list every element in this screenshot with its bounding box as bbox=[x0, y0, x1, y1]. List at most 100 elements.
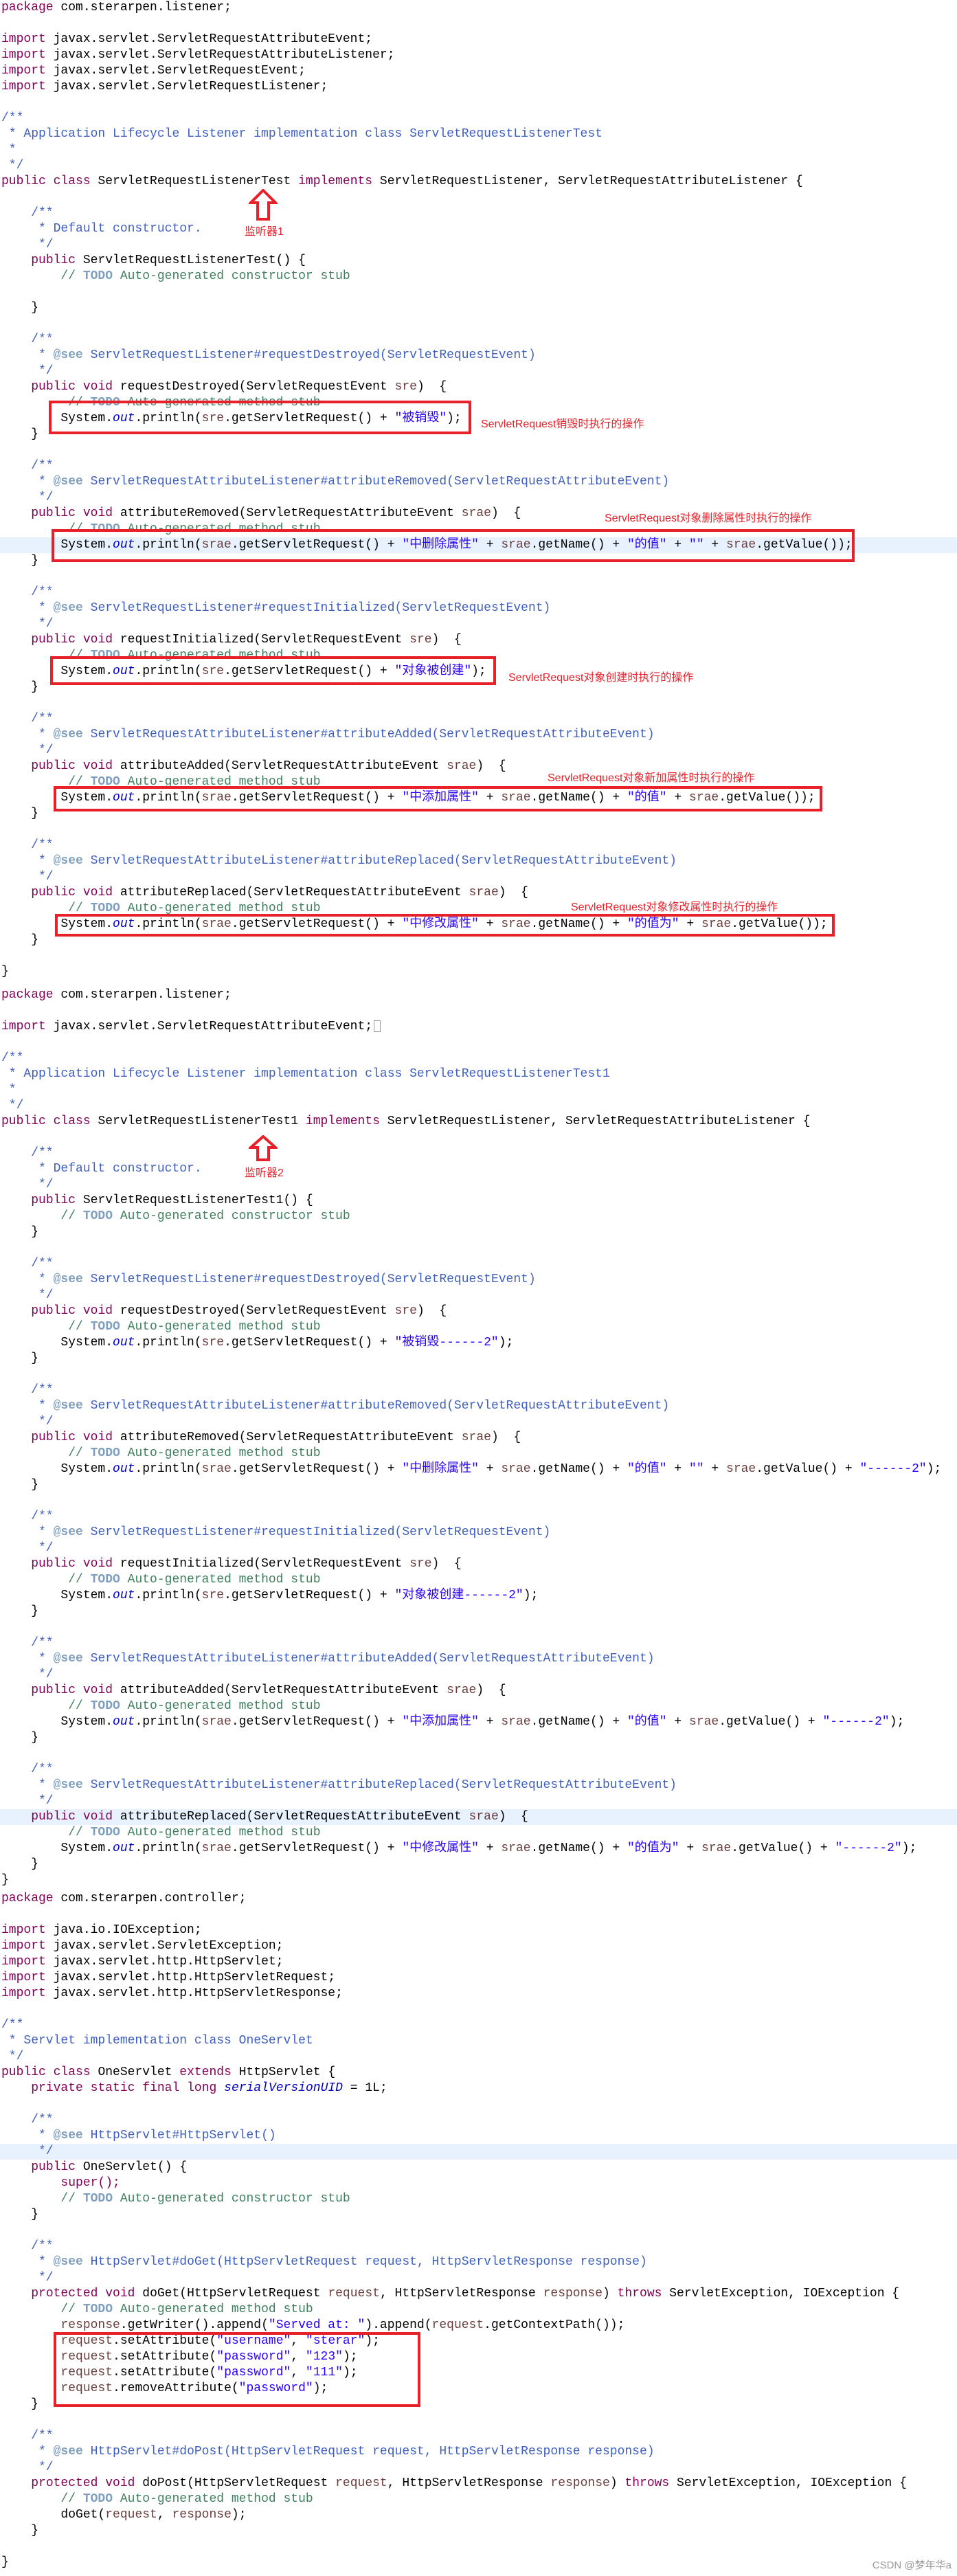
code-line: public void attributeAdded(ServletReques… bbox=[31, 1683, 514, 1697]
code-line: // TODO Auto-generated constructor stub bbox=[60, 2192, 350, 2206]
highlight-box-request-initialized bbox=[50, 656, 496, 685]
code-line: /** bbox=[1, 2113, 54, 2127]
code-line: System.out.println(srae.getServletReques… bbox=[1, 1715, 905, 1729]
code-line: /** bbox=[1, 333, 54, 346]
code-line: * Servlet implementation class OneServle… bbox=[1, 2034, 313, 2048]
code-line: * @see ServletRequestAttributeListener#a… bbox=[1, 728, 655, 741]
code-line: */ bbox=[1, 1178, 54, 1191]
code-line: package com.sterarpen.listener; bbox=[1, 988, 232, 1002]
code-line: * @see ServletRequestAttributeListener#a… bbox=[1, 1778, 677, 1792]
code-line: */ bbox=[1, 364, 54, 378]
code-line: // TODO Auto-generated method stub bbox=[68, 1826, 321, 1839]
code-line: */ bbox=[1, 870, 54, 884]
code-line: /** bbox=[1, 2429, 54, 2443]
code-line: protected void doGet(HttpServletRequest … bbox=[31, 2287, 900, 2300]
code-line: // TODO Auto-generated constructor stub bbox=[60, 1209, 350, 1223]
code-line: public void requestInitialized(ServletRe… bbox=[31, 633, 469, 647]
code-line: /** bbox=[1, 2018, 24, 2032]
code-section-listener-test1: package com.sterarpen.listener; import ja… bbox=[0, 987, 957, 1888]
code-line: public class ServletRequestListenerTest1… bbox=[1, 1115, 811, 1128]
code-line: /** bbox=[1, 1636, 54, 1650]
code-line: package com.sterarpen.controller; bbox=[1, 1892, 247, 1905]
code-line: // TODO Auto-generated method stub bbox=[68, 1699, 321, 1713]
code-line: /** bbox=[1, 1762, 54, 1776]
code-line: doGet(request, response); bbox=[1, 2508, 247, 2522]
code-line: System.out.println(srae.getServletReques… bbox=[1, 1462, 942, 1476]
code-line: */ bbox=[1, 2271, 54, 2285]
code-line: * @see ServletRequestListener#requestIni… bbox=[1, 1525, 551, 1539]
code-line: /** bbox=[1, 206, 54, 220]
code-line: } bbox=[1, 1604, 39, 1618]
code-line: * @see ServletRequestAttributeListener#a… bbox=[1, 1399, 670, 1413]
code-line: } bbox=[1, 1731, 39, 1745]
code-line: * @see ServletRequestListener#requestDes… bbox=[1, 348, 536, 362]
code-line: } bbox=[1, 1352, 39, 1365]
code-line: // TODO Auto-generated method stub bbox=[60, 2303, 313, 2316]
code-line: public void attributeRemoved(ServletRequ… bbox=[31, 506, 528, 520]
code-line: */ bbox=[1, 743, 54, 757]
code-line: * Default constructor. bbox=[1, 222, 210, 236]
code-line: } bbox=[1, 1225, 39, 1239]
code-line: * @see HttpServlet#doPost(HttpServletReq… bbox=[1, 2445, 655, 2459]
code-line: /** bbox=[1, 1383, 54, 1397]
code-line: /** bbox=[1, 1051, 24, 1065]
annotation-destroyed: ServletRequest销毁时执行的操作 bbox=[481, 418, 644, 430]
code-line: import javax.servlet.http.HttpServletReq… bbox=[1, 1971, 336, 1984]
code-line: */ bbox=[1, 2050, 24, 2063]
code-line: * @see ServletRequestListener#requestDes… bbox=[1, 1273, 536, 1286]
code-line: /** bbox=[1, 1146, 54, 1160]
code-line: * @see ServletRequestListener#requestIni… bbox=[1, 601, 551, 615]
code-line: * @see ServletRequestAttributeListener#a… bbox=[1, 1652, 655, 1666]
annotation-replaced: ServletRequest对象修改属性时执行的操作 bbox=[571, 901, 778, 913]
code-line: */ bbox=[1, 1541, 54, 1555]
code-line: import javax.servlet.ServletRequestListe… bbox=[1, 80, 328, 93]
code-line: */ bbox=[1, 617, 54, 631]
code-line: protected void doPost(HttpServletRequest… bbox=[31, 2476, 907, 2490]
code-line: public void attributeReplaced(ServletReq… bbox=[31, 886, 536, 899]
code-line: */ bbox=[1, 159, 24, 172]
code-line: * Application Lifecycle Listener impleme… bbox=[1, 127, 603, 141]
code-line: */ bbox=[1, 2461, 54, 2474]
code-line: /** bbox=[1, 712, 54, 726]
code-line: import java.io.IOException; bbox=[1, 1923, 202, 1937]
code-line: // TODO Auto-generated method stub bbox=[68, 1573, 321, 1587]
code-line: // TODO Auto-generated method stub bbox=[60, 2492, 313, 2506]
code-line: import javax.servlet.ServletRequestAttri… bbox=[1, 32, 373, 46]
code-line: * Application Lifecycle Listener impleme… bbox=[1, 1067, 610, 1081]
code-line: */ bbox=[1, 491, 54, 504]
folded-imports-icon[interactable] bbox=[374, 1020, 381, 1032]
highlight-box-attribute-removed bbox=[52, 529, 855, 562]
code-line: */ bbox=[0, 2144, 957, 2160]
code-line: } bbox=[1, 1857, 39, 1871]
red-up-arrow-icon bbox=[249, 189, 278, 221]
code-line: import javax.servlet.ServletRequestAttri… bbox=[1, 48, 395, 62]
code-line: System.out.println(sre.getServletRequest… bbox=[1, 1589, 539, 1602]
code-line: public class ServletRequestListenerTest … bbox=[1, 175, 803, 188]
code-line: System.out.println(sre.getServletRequest… bbox=[1, 1336, 514, 1349]
code-line: } bbox=[1, 301, 39, 315]
code-line: import javax.servlet.http.HttpServletRes… bbox=[1, 1986, 343, 2000]
code-section-listener-test: package com.sterarpen.listener; import ja… bbox=[0, 0, 957, 980]
code-line: /** bbox=[1, 2239, 54, 2253]
code-line: /** bbox=[1, 111, 24, 125]
annotation-created: ServletRequest对象创建时执行的操作 bbox=[508, 672, 694, 684]
csdn-watermark: CSDN @梦年华a bbox=[872, 2560, 952, 2571]
